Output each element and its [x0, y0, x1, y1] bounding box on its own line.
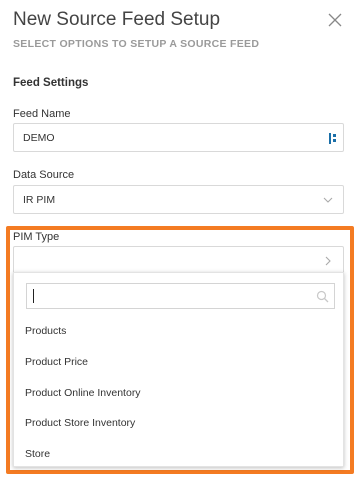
feed-name-field[interactable]: DEMO: [13, 123, 344, 152]
option-product-store-inventory[interactable]: Product Store Inventory: [25, 417, 135, 429]
feed-icon[interactable]: [328, 132, 338, 145]
panel-title: New Source Feed Setup: [13, 9, 221, 30]
pim-type-select[interactable]: [13, 246, 344, 275]
panel-subtitle: SELECT OPTIONS TO SETUP A SOURCE FEED: [13, 38, 260, 50]
feed-name-value: DEMO: [23, 132, 55, 144]
pim-type-dropdown: Products Product Price Product Online In…: [13, 272, 344, 467]
close-icon[interactable]: [326, 11, 344, 29]
data-source-label: Data Source: [13, 169, 75, 181]
chevron-down-icon: [323, 197, 333, 203]
option-product-online-inventory[interactable]: Product Online Inventory: [25, 387, 141, 399]
chevron-right-icon: [325, 256, 331, 266]
pim-type-label: PIM Type: [13, 231, 60, 243]
search-icon: [316, 290, 329, 303]
dropdown-search-input[interactable]: [26, 283, 335, 309]
data-source-select[interactable]: IR PIM: [13, 185, 344, 214]
section-heading: Feed Settings: [13, 77, 89, 89]
data-source-value: IR PIM: [23, 194, 56, 206]
option-products[interactable]: Products: [25, 325, 66, 337]
feed-name-label: Feed Name: [13, 108, 71, 120]
option-store[interactable]: Store: [25, 448, 50, 460]
text-cursor: [33, 289, 34, 303]
option-product-price[interactable]: Product Price: [25, 356, 88, 368]
